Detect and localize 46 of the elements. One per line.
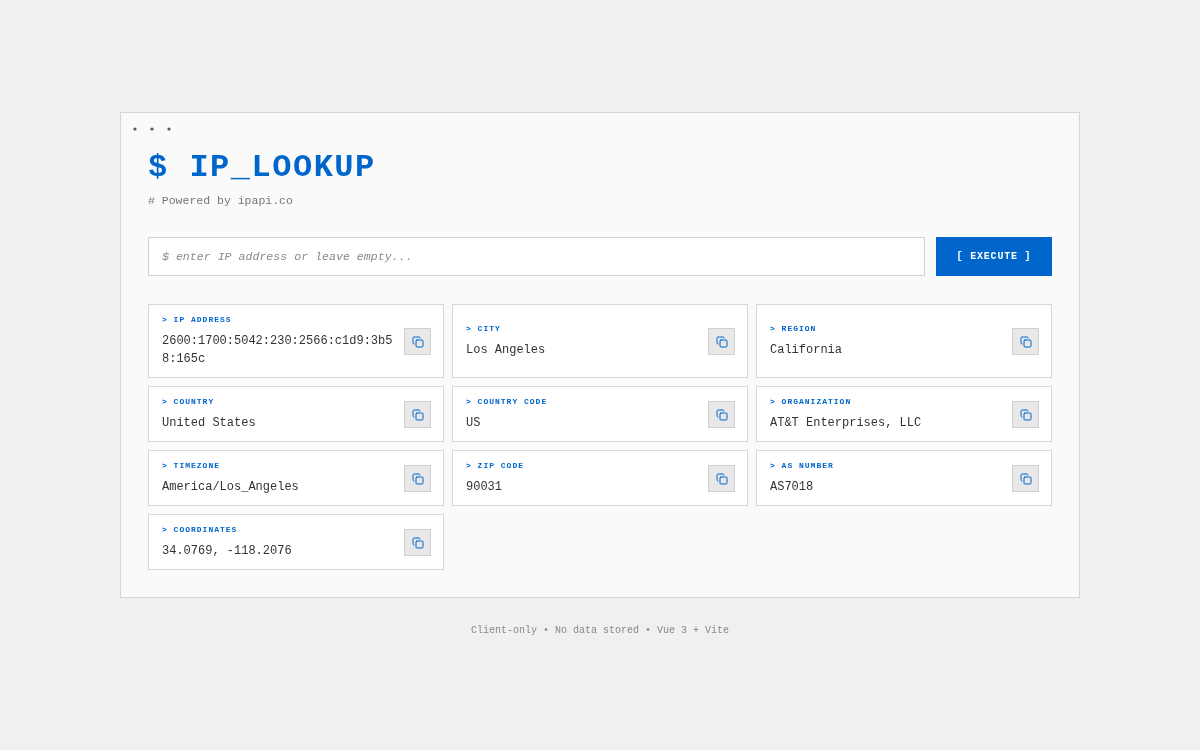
copy-button[interactable]: [404, 401, 431, 428]
copy-button[interactable]: [708, 465, 735, 492]
field-label: > COORDINATES: [162, 525, 238, 535]
copy-button[interactable]: [404, 328, 431, 355]
field-label: > REGION: [770, 324, 817, 334]
app-subtitle: # Powered by ipapi.co: [148, 193, 293, 209]
field-value: United States: [162, 415, 256, 432]
field-value: America/Los_Angeles: [162, 479, 299, 496]
copy-icon: [411, 408, 424, 421]
field-label: > AS NUMBER: [770, 461, 834, 471]
field-value: 90031: [466, 479, 502, 496]
copy-button[interactable]: [708, 401, 735, 428]
copy-icon: [411, 472, 424, 485]
copy-icon: [1019, 335, 1032, 348]
field-value: Los Angeles: [466, 342, 546, 359]
field-value: US: [466, 415, 481, 432]
field-label: > ORGANIZATION: [770, 397, 852, 407]
field-label: > COUNTRY: [162, 397, 215, 407]
window-dots-icon: [133, 127, 171, 131]
field-value: AS7018: [770, 479, 814, 496]
field-label: > ZIP CODE: [466, 461, 524, 471]
app-title: $ IP_LOOKUP: [148, 150, 376, 186]
ip-input-field[interactable]: $ enter IP address or leave empty...: [148, 237, 925, 276]
copy-button[interactable]: [1012, 465, 1039, 492]
copy-icon: [715, 335, 728, 348]
copy-icon: [715, 408, 728, 421]
copy-button[interactable]: [1012, 328, 1039, 355]
execute-button[interactable]: [ EXECUTE ]: [936, 237, 1052, 276]
copy-button[interactable]: [1012, 401, 1039, 428]
copy-button[interactable]: [708, 328, 735, 355]
copy-icon: [411, 335, 424, 348]
footer-text: Client-only • No data stored • Vue 3 + Vite: [470, 624, 729, 638]
copy-icon: [1019, 472, 1032, 485]
copy-button[interactable]: [404, 465, 431, 492]
field-value: 34.0769, -118.2076: [162, 543, 292, 560]
copy-icon: [715, 472, 728, 485]
field-value: California: [770, 342, 842, 359]
copy-icon: [411, 536, 424, 549]
copy-button[interactable]: [404, 529, 431, 556]
field-label: > CITY: [466, 324, 501, 334]
field-label: > TIMEZONE: [162, 461, 220, 471]
field-label: > IP ADDRESS: [162, 315, 232, 325]
field-value: AT&T Enterprises, LLC: [770, 415, 922, 432]
field-label: > COUNTRY CODE: [466, 397, 548, 407]
copy-icon: [1019, 408, 1032, 421]
field-value: 2600:1700:5042:230:2566:c1d9:3b58:165c: [162, 333, 394, 368]
